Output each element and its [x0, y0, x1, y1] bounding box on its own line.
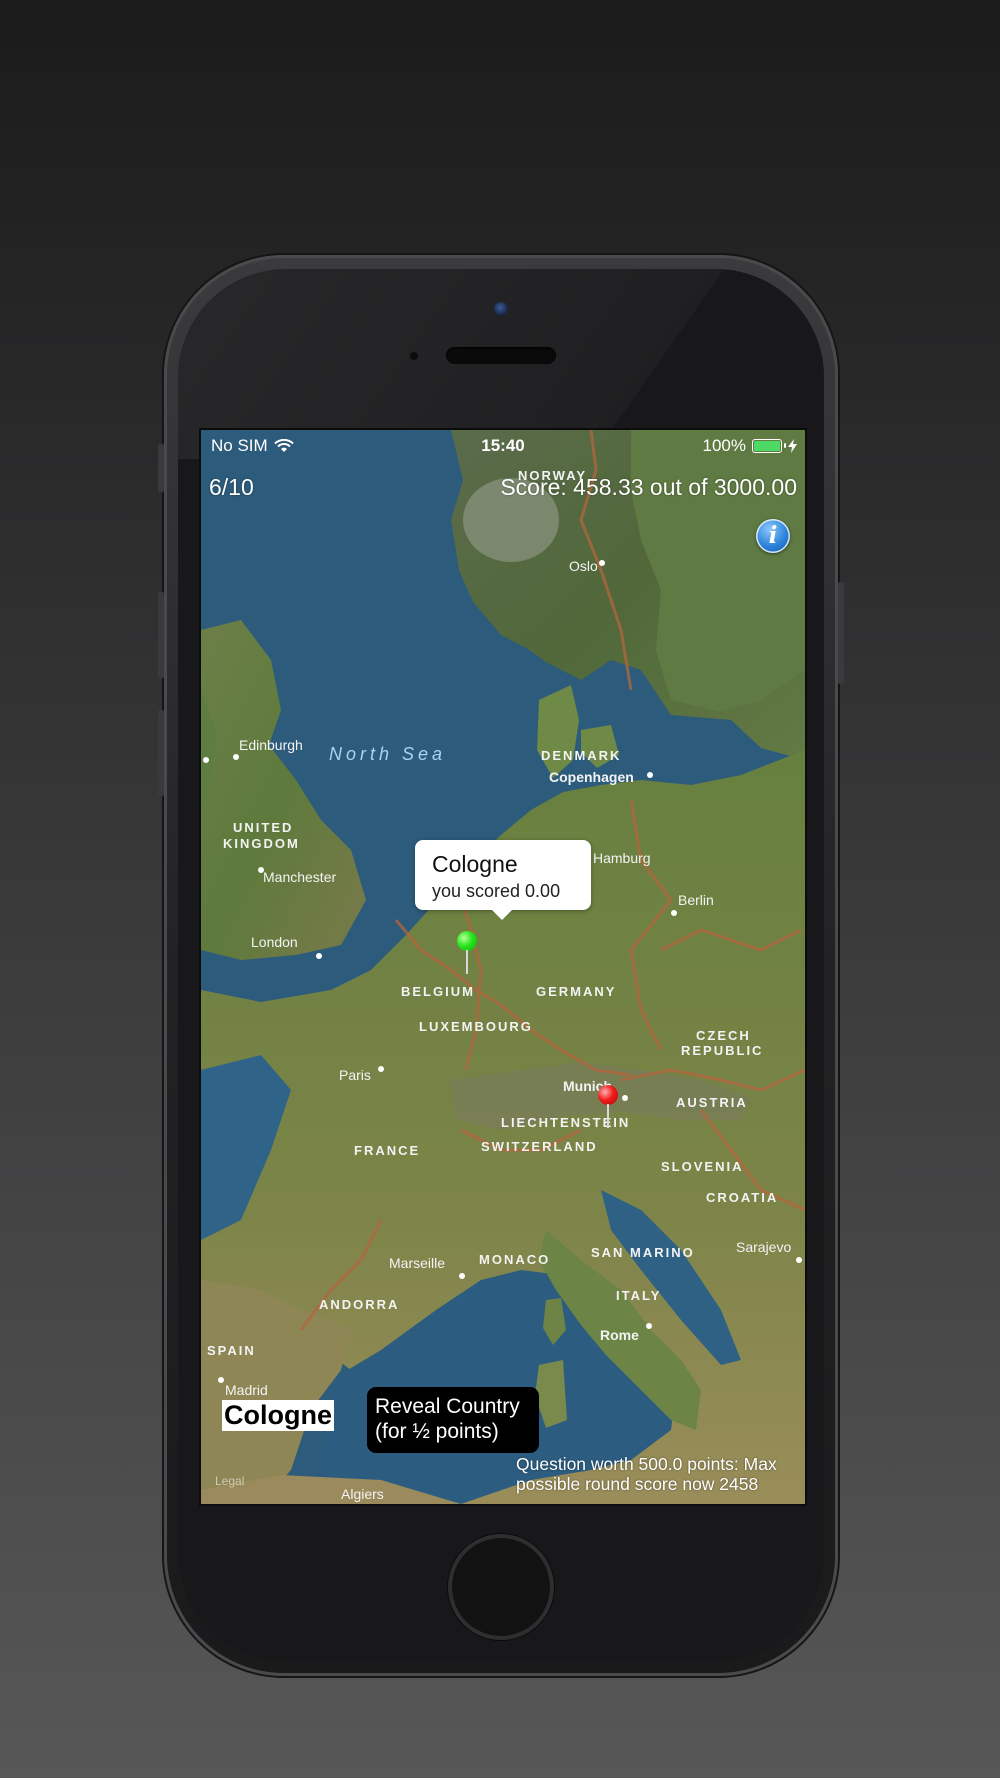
front-camera [494, 302, 508, 316]
map-label-hamburg: Hamburg [593, 850, 651, 866]
proximity-sensor [410, 352, 418, 360]
map-label-marseille: Marseille [389, 1255, 445, 1271]
charging-bolt-icon [788, 439, 797, 453]
map-label-london: London [251, 934, 298, 950]
volume-down-button [158, 710, 164, 796]
map-label-madrid: Madrid [225, 1382, 268, 1398]
map-label-copenhagen: Copenhagen [549, 769, 634, 785]
status-right: 100% [703, 436, 797, 456]
map-label-austria: AUSTRIA [676, 1095, 748, 1110]
callout-subtitle: you scored 0.00 [432, 881, 561, 901]
power-button [838, 582, 844, 684]
map-label-luxembourg: LUXEMBOURG [419, 1019, 533, 1034]
reveal-line1: Reveal Country [375, 1395, 520, 1418]
reveal-line2: (for ½ points) [375, 1420, 499, 1443]
volume-up-button [158, 592, 164, 678]
reveal-country-button[interactable]: Reveal Country (for ½ points) [367, 1387, 539, 1453]
map-label-edinburgh: Edinburgh [239, 737, 303, 753]
map-label-berlin: Berlin [678, 892, 714, 908]
map-label-manchester: Manchester [263, 869, 336, 885]
home-button[interactable] [448, 1534, 554, 1640]
map-label-france: FRANCE [354, 1143, 420, 1158]
map-label-uk-line2: KINGDOM [223, 836, 300, 851]
battery-percent: 100% [702, 436, 746, 455]
map-label-san-marino: SAN MARINO [591, 1245, 695, 1260]
mute-switch [158, 444, 164, 492]
info-icon: i [768, 522, 778, 549]
map-label-denmark: DENMARK [541, 748, 621, 763]
score-display: Score: 458.33 out of 3000.00 [500, 474, 797, 500]
app-screen: NORWAY Oslo North Sea Edinburgh DENMARK … [199, 428, 807, 1506]
earpiece-speaker [446, 347, 556, 364]
map-label-czech-line2: REPUBLIC [681, 1043, 763, 1058]
target-city-label: Cologne [222, 1400, 334, 1431]
map-label-north-sea: North Sea [329, 744, 446, 764]
map-label-slovenia: SLOVENIA [661, 1159, 743, 1174]
map-label-switzerland: SWITZERLAND [481, 1139, 598, 1154]
question-progress: 6/10 [209, 474, 254, 500]
map-label-germany: GERMANY [536, 984, 616, 999]
guess-pin[interactable] [457, 931, 477, 991]
callout-title: Cologne [432, 851, 518, 877]
satellite-map[interactable]: NORWAY Oslo North Sea Edinburgh DENMARK … [201, 430, 805, 1504]
map-label-uk-line1: UNITED [233, 820, 293, 835]
pin-callout[interactable]: Cologne you scored 0.00 [415, 840, 591, 920]
map-label-oslo: Oslo [569, 558, 598, 574]
map-label-algiers: Algiers [341, 1486, 384, 1502]
map-label-sarajevo: Sarajevo [736, 1239, 791, 1255]
status-bar: No SIM 15:40 100% [201, 430, 805, 462]
map-label-paris: Paris [339, 1067, 371, 1083]
battery-icon [752, 439, 786, 453]
map-label-italy: ITALY [616, 1288, 661, 1303]
map-label-rome: Rome [600, 1327, 639, 1343]
question-worth-note: Question worth 500.0 points: Max possibl… [516, 1454, 777, 1494]
map-label-croatia: CROATIA [706, 1190, 778, 1205]
map-label-czech-line1: CZECH [696, 1028, 751, 1043]
map-label-monaco: MONACO [479, 1252, 550, 1267]
legal-link[interactable]: Legal [215, 1474, 244, 1488]
answer-pin[interactable] [598, 1085, 618, 1145]
map-label-andorra: ANDORRA [319, 1297, 399, 1312]
map-label-spain: SPAIN [207, 1343, 256, 1358]
info-button[interactable]: i [756, 519, 790, 553]
